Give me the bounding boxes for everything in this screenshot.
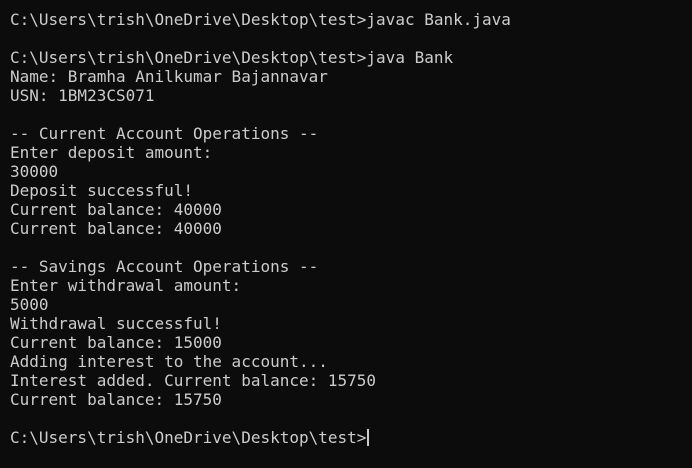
terminal-line: C:\Users\trish\OneDrive\Desktop\test>jav…: [10, 10, 511, 29]
terminal-line: 5000: [10, 295, 49, 314]
terminal-line: Adding interest to the account...: [10, 352, 328, 371]
terminal-line: Interest added. Current balance: 15750: [10, 371, 377, 390]
terminal-line: Current balance: 40000: [10, 200, 222, 219]
terminal-line: -- Savings Account Operations --: [10, 257, 319, 276]
terminal-line: Current balance: 15000: [10, 333, 222, 352]
terminal-line: Current balance: 15750: [10, 390, 222, 409]
terminal-line: C:\Users\trish\OneDrive\Desktop\test>jav…: [10, 48, 454, 67]
terminal-line: Enter withdrawal amount:: [10, 276, 242, 295]
terminal-line: USN: 1BM23CS071: [10, 86, 155, 105]
terminal-line: Deposit successful!: [10, 181, 194, 200]
terminal-line: Name: Bramha Anilkumar Bajannavar: [10, 67, 328, 86]
text-cursor: [367, 429, 370, 446]
prompt-text: C:\Users\trish\OneDrive\Desktop\test>: [10, 428, 367, 447]
terminal-line: -- Current Account Operations --: [10, 124, 319, 143]
terminal-line: Current balance: 40000: [10, 219, 222, 238]
command-prompt-line[interactable]: C:\Users\trish\OneDrive\Desktop\test>: [10, 428, 692, 447]
terminal-line: Enter deposit amount:: [10, 143, 213, 162]
terminal-line: Withdrawal successful!: [10, 314, 222, 333]
terminal-window[interactable]: C:\Users\trish\OneDrive\Desktop\test>jav…: [0, 0, 692, 468]
terminal-line: 30000: [10, 162, 59, 181]
